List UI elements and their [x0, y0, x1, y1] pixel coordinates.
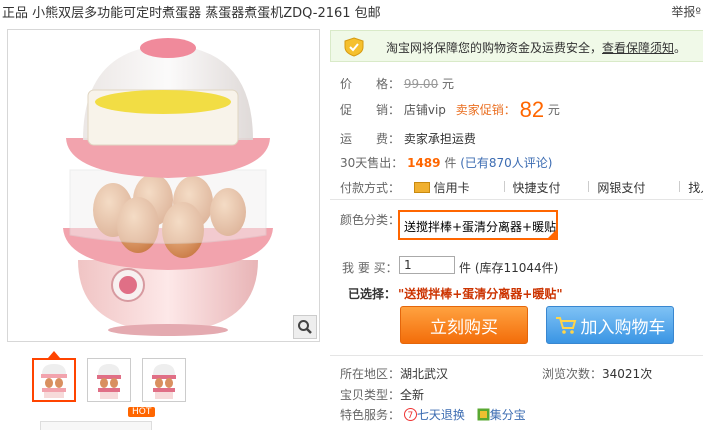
guarantee-banner: 淘宝网将保障您的购物资金及运费安全，查看保障须知。	[330, 30, 703, 62]
sales-unit: 件	[444, 156, 457, 170]
location-label: 所在地区：	[340, 367, 401, 381]
payment-method-credit[interactable]: 信用卡	[434, 181, 470, 195]
promo-label: 促 销：	[340, 103, 401, 117]
points-icon	[477, 408, 490, 421]
shipping-label: 运 费：	[340, 132, 401, 146]
service-row: 特色服务： 7 七天退换 集分宝	[340, 406, 526, 423]
hot-badge: HOT	[128, 407, 156, 417]
shipping-row: 运 费： 卖家承担运费	[340, 130, 476, 147]
thumb-indicator-icon	[48, 351, 60, 358]
credit-card-icon	[413, 182, 430, 193]
stock-text: 件 (库存11044件)	[459, 261, 559, 275]
promo-row: 促 销： 店铺vip 卖家促销： 82 元	[340, 97, 560, 123]
divider	[503, 181, 505, 192]
quantity-label: 我 要 买：	[342, 261, 398, 275]
buy-now-label: 立刻购买	[430, 317, 498, 338]
price-unit: 元	[442, 77, 455, 91]
selected-check-icon	[547, 229, 556, 238]
divider	[679, 181, 681, 192]
payment-label: 付款方式：	[340, 181, 401, 195]
location-value: 湖北武汉	[400, 367, 449, 381]
service-return-link[interactable]: 七天退换	[417, 408, 465, 422]
payment-method-bank[interactable]: 网银支付	[597, 181, 645, 195]
sales-row: 30天售出： 1489 件 (已有870人评论)	[340, 154, 552, 171]
payment-method-quick[interactable]: 快捷支付	[513, 181, 561, 195]
selected-value: "送搅拌棒+蛋清分离器+暖贴"	[398, 287, 563, 301]
info-divider	[330, 355, 703, 356]
price-label: 价 格：	[340, 77, 401, 91]
cart-icon	[555, 317, 576, 334]
thumbnail-2[interactable]	[87, 358, 131, 402]
sales-count: 1489	[407, 156, 441, 170]
add-to-cart-button[interactable]: 加入购物车	[546, 306, 674, 344]
payment-row: 付款方式： 信用卡 快捷支付 网银支付 找人代	[340, 179, 703, 196]
type-row: 宝贝类型：全新	[340, 386, 424, 403]
seven-day-return-icon: 7	[403, 408, 417, 421]
thumbnail-3[interactable]	[142, 358, 186, 402]
product-title: 正品 小熊双层多功能可定时煮蛋器 蒸蛋器煮蛋机ZDQ-2161 包邮	[2, 6, 381, 21]
divider	[588, 181, 590, 192]
service-points-link[interactable]: 集分宝	[490, 408, 526, 422]
original-price: 99.00	[403, 77, 439, 91]
payment-method-proxy[interactable]: 找人代	[688, 181, 703, 195]
vip-tag: 店铺vip	[403, 103, 446, 117]
promo-price: 82	[519, 97, 545, 122]
reviews-link[interactable]: (已有870人评论)	[460, 156, 552, 170]
buy-now-button[interactable]: 立刻购买	[400, 306, 528, 344]
report-link[interactable]: 举报º	[671, 3, 701, 20]
color-label: 颜色分类：	[340, 213, 401, 227]
shipping-value: 卖家承担运费	[403, 132, 476, 146]
views-row: 浏览次数：34021次	[542, 365, 652, 382]
views-label: 浏览次数：	[542, 367, 603, 381]
egg-cooker-illustration	[63, 38, 273, 336]
thumbnail-1[interactable]	[32, 358, 76, 402]
type-value: 全新	[400, 388, 425, 402]
guarantee-end: 。	[674, 41, 687, 55]
shield-icon	[343, 37, 365, 60]
bottom-tab[interactable]	[40, 421, 152, 430]
sales-label: 30天售出：	[340, 156, 404, 170]
service-label: 特色服务：	[340, 408, 401, 422]
zoom-icon[interactable]	[293, 315, 317, 339]
quantity-input[interactable]: 1	[399, 256, 455, 274]
promo-unit: 元	[547, 103, 560, 117]
price-row: 价 格： 99.00 元	[340, 75, 454, 92]
seller-promo-label: 卖家促销：	[455, 103, 516, 117]
selected-label: 已选择：	[348, 287, 397, 301]
guarantee-text: 淘宝网将保障您的购物资金及运费安全，	[386, 41, 603, 55]
views-value: 34021次	[602, 367, 653, 381]
type-label: 宝贝类型：	[340, 388, 401, 402]
color-option-selected[interactable]: 送搅拌棒+蛋清分离器+暖贴	[398, 210, 558, 240]
add-to-cart-label: 加入购物车	[580, 317, 666, 338]
color-option-text: 送搅拌棒+蛋清分离器+暖贴	[404, 220, 557, 234]
options-divider	[330, 199, 703, 200]
main-product-image	[7, 29, 320, 342]
svg-text:7: 7	[407, 411, 413, 421]
guarantee-link[interactable]: 查看保障须知	[602, 41, 674, 55]
location-row: 所在地区：湖北武汉	[340, 365, 448, 382]
